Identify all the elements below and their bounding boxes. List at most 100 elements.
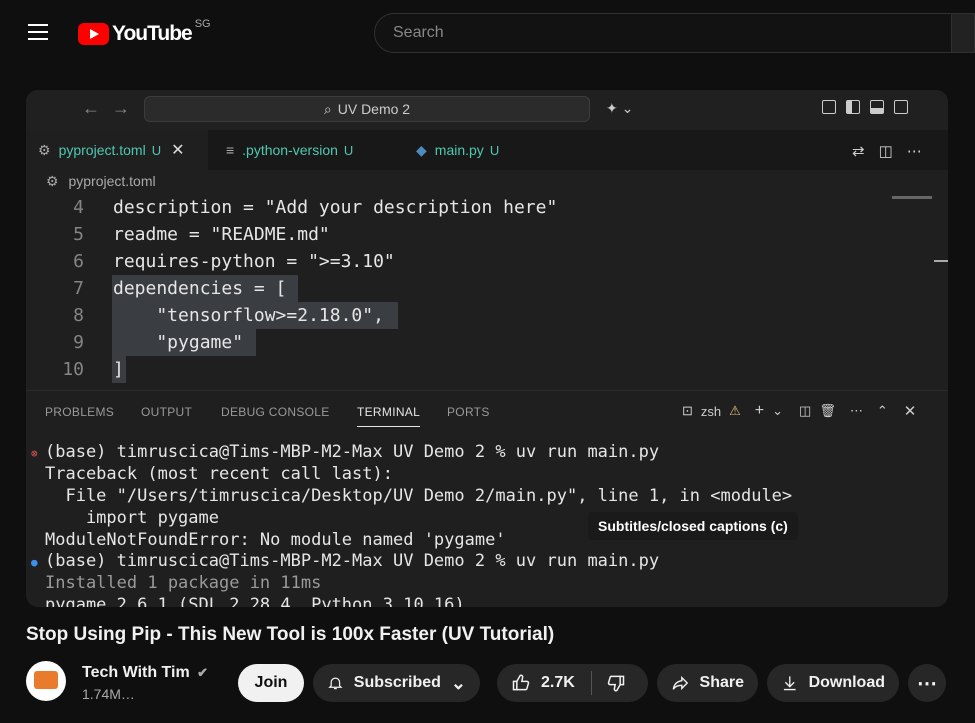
tab-status: U — [151, 142, 162, 158]
region-code: SG — [194, 18, 211, 30]
join-button[interactable]: Join — [238, 664, 304, 702]
layout-customize-icon — [822, 100, 836, 114]
download-label: Download — [808, 674, 885, 691]
tab-label: .python-version — [242, 142, 338, 158]
gear-icon: ⚙ — [46, 173, 59, 189]
code-text: requires-python = ">=3.10" — [113, 251, 395, 272]
terminal-line: Traceback (most recent call last): — [45, 464, 393, 484]
search-input[interactable] — [391, 23, 915, 43]
compare-icon: ⇄ — [852, 143, 865, 160]
like-count[interactable]: 2.7K — [541, 674, 575, 692]
warning-icon: ⚠ — [729, 403, 741, 418]
terminal-line: pygame 2.6.1 (SDL 2.28.4, Python 3.10.16… — [45, 595, 465, 607]
more-icon: ⋯ — [849, 403, 863, 418]
line-number: 6 — [73, 251, 84, 272]
tab-status: U — [343, 142, 354, 158]
more-icon: ⋯ — [917, 672, 937, 695]
panel-tab-ports: PORTS — [447, 405, 490, 419]
subscribed-label: Subscribed — [353, 674, 441, 691]
code-text: readme = "README.md" — [113, 224, 330, 245]
terminal-line: import pygame — [45, 508, 219, 528]
youtube-logo[interactable]: YouTube SG — [78, 18, 211, 48]
terminal-actions: ⊡ zsh ⚠ + ⌄ ◫ 🗑 ⋯ ⌃ ✕ — [682, 402, 916, 420]
panel-tab-output: OUTPUT — [141, 405, 193, 419]
terminal-line: (base) timruscica@Tims-MBP-M2-Max UV Dem… — [45, 551, 660, 571]
search-button[interactable] — [951, 13, 975, 53]
chevron-down-icon: ⌄ — [772, 403, 784, 418]
verified-icon: ✔ — [197, 665, 209, 680]
toggle-secondary-sidebar-icon — [894, 100, 908, 114]
share-label: Share — [699, 674, 744, 691]
terminal-output: ⊗ (base) timruscica@Tims-MBP-M2-Max UV D… — [26, 432, 948, 607]
bell-icon — [328, 677, 343, 690]
search-box[interactable] — [374, 13, 964, 53]
line-number: 8 — [73, 305, 84, 326]
terminal-icon: ⊡ — [682, 403, 693, 418]
download-icon — [783, 676, 796, 691]
code-text: ] — [113, 359, 124, 380]
toggle-sidebar-icon — [846, 100, 860, 114]
avatar[interactable] — [26, 661, 66, 701]
like-dislike-group: 2.7K — [497, 664, 648, 702]
youtube-play-icon — [78, 23, 109, 45]
terminal-line: ModuleNotFoundError: No module named 'py… — [45, 530, 506, 550]
toggle-panel-icon — [870, 100, 884, 114]
gear-icon: ⚙ — [38, 141, 51, 158]
layout-controls — [822, 100, 908, 114]
editor-actions: ⇄ ◫ ⋯ — [852, 142, 922, 160]
code-editor: 4 description = "Add your description her… — [26, 194, 948, 390]
info-dot-icon: ● — [31, 556, 38, 569]
vscode-titlebar: ← → ⌕ UV Demo 2 ✦ ⌄ — [26, 90, 948, 130]
command-center: ⌕ UV Demo 2 — [144, 96, 590, 122]
video-player[interactable]: ← → ⌕ UV Demo 2 ✦ ⌄ ⚙ pyproject.toml U ✕… — [26, 90, 948, 607]
line-number: 7 — [73, 278, 84, 299]
menu-icon[interactable] — [28, 24, 48, 42]
editor-tabs: ⚙ pyproject.toml U ✕ ≡ .python-version U… — [26, 130, 948, 170]
terminal-line: File "/Users/timruscica/Desktop/UV Demo … — [45, 486, 793, 506]
split-terminal-icon: ◫ — [799, 403, 812, 418]
more-icon: ⋯ — [906, 143, 922, 160]
captions-tooltip: Subtitles/closed captions (c) — [588, 512, 798, 540]
file-icon: ≡ — [226, 142, 235, 158]
thumbs-up-icon[interactable] — [511, 673, 531, 693]
tab-pyproject: ⚙ pyproject.toml U ✕ — [26, 130, 208, 170]
chevron-down-icon: ⌄ — [450, 672, 466, 693]
share-icon — [672, 675, 689, 691]
code-text: dependencies = [ — [113, 278, 287, 299]
tab-label: pyproject.toml — [58, 142, 146, 158]
panel-tab-problems: PROBLEMS — [45, 405, 115, 419]
download-button[interactable]: Download — [767, 664, 899, 702]
forward-arrow-icon: → — [112, 98, 130, 118]
terminal-line: Installed 1 package in 11ms — [45, 573, 322, 593]
line-number: 4 — [73, 197, 84, 218]
panel-tab-terminal: TERMINAL — [357, 405, 421, 427]
subscribed-button[interactable]: Subscribed ⌄ — [313, 664, 480, 702]
channel-name-label[interactable]: Tech With Tim — [82, 664, 190, 681]
divider — [590, 671, 592, 695]
tab-python-version: ≡ .python-version U — [214, 130, 398, 170]
python-icon: ◆ — [416, 141, 427, 158]
copilot-icon: ✦ ⌄ — [606, 100, 634, 116]
panel-tab-debug-console: DEBUG CONSOLE — [221, 405, 330, 419]
back-arrow-icon: ← — [82, 98, 100, 118]
terminal-shell-name: zsh — [700, 403, 722, 419]
chevron-up-icon: ⌃ — [876, 403, 888, 418]
search-icon: ⌕ — [323, 100, 332, 117]
share-button[interactable]: Share — [657, 664, 758, 702]
error-dot-icon: ⊗ — [31, 447, 38, 460]
line-number: 5 — [73, 224, 84, 245]
tab-label: main.py — [434, 142, 484, 158]
close-icon: ✕ — [903, 403, 917, 420]
terminal-line: (base) timruscica@Tims-MBP-M2-Max UV Dem… — [45, 442, 660, 462]
line-number: 10 — [62, 359, 84, 380]
channel-name[interactable]: Tech With Tim ✔ — [82, 664, 208, 682]
tab-main-py: ◆ main.py U — [404, 130, 540, 170]
more-actions-button[interactable]: ⋯ — [908, 664, 946, 702]
plus-icon: + — [754, 402, 765, 419]
tab-status: U — [489, 142, 500, 158]
breadcrumb: ⚙ pyproject.toml — [46, 173, 156, 190]
code-text: "tensorflow>=2.18.0", — [113, 305, 384, 326]
close-icon: ✕ — [171, 142, 185, 159]
thumbs-down-icon[interactable] — [606, 673, 626, 693]
subscriber-count: 1.74M… — [82, 686, 135, 702]
